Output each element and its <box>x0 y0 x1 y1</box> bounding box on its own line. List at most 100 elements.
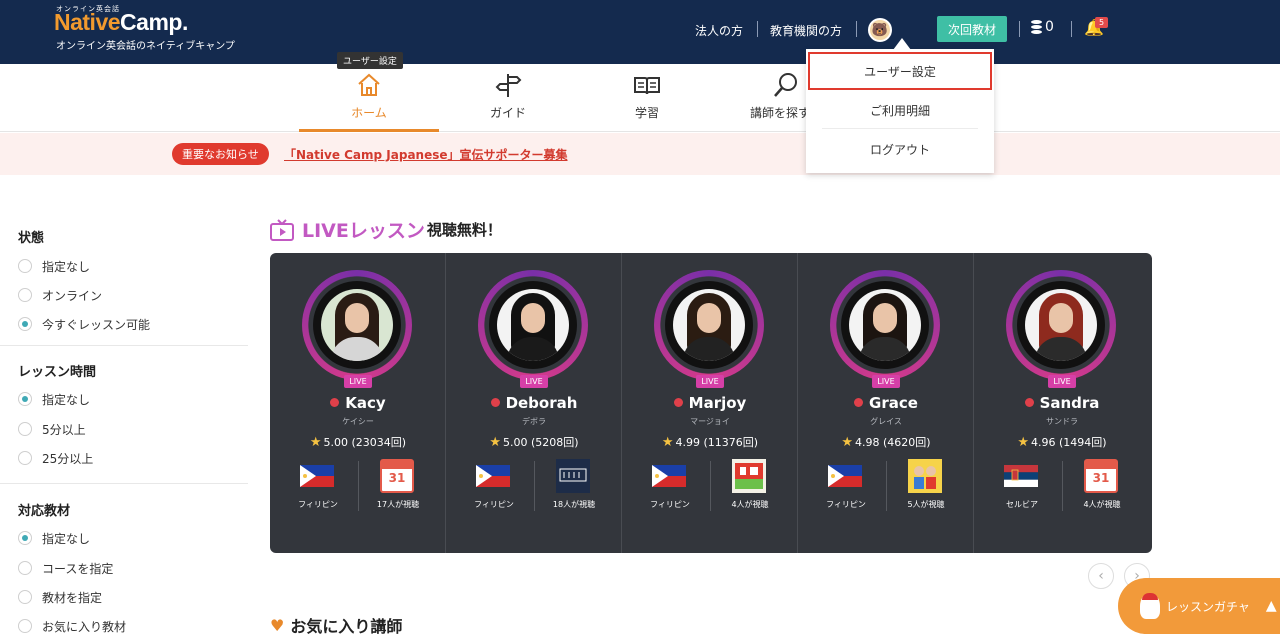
option-label: オンライン <box>42 288 103 303</box>
nav-home-label: ホーム <box>351 106 387 120</box>
menu-item-usage-details[interactable]: ご利用明細 <box>822 93 978 129</box>
radio-button[interactable] <box>18 392 32 406</box>
triangle-up-icon: ▲ <box>1265 598 1277 614</box>
calendar-day: 31 <box>1092 471 1110 485</box>
live-teacher-card[interactable]: LIVE Kacy ケイシー ★ 5.00 (23034回) フィリピン 31 1… <box>270 253 446 553</box>
notification-badge: 5 <box>1095 17 1108 28</box>
radio-button[interactable] <box>18 619 32 633</box>
status-option-online[interactable]: オンライン <box>18 286 102 304</box>
viewer-count: 4人が視聴 <box>1083 500 1121 509</box>
nav-study-label: 学習 <box>634 106 659 120</box>
user-avatar[interactable]: 🐻 <box>868 18 892 42</box>
teacher-name-text: Marjoy <box>688 394 747 412</box>
material-option-textbook[interactable]: 教材を指定 <box>18 588 102 606</box>
favorite-teachers-heading: ♥ お気に入り講師 <box>270 613 402 637</box>
live-heading-main: LIVEレッスン <box>302 220 425 242</box>
main-nav: ホーム ガイド 学習 講師を探す・ <box>0 64 1280 132</box>
teacher-name: Marjoy <box>622 394 798 412</box>
coin-count: 0 <box>1045 19 1054 35</box>
status-option-none[interactable]: 指定なし <box>18 257 90 275</box>
logo[interactable]: NativeCamp. <box>54 9 188 36</box>
material-option-favorite[interactable]: お気に入り教材 <box>18 617 126 635</box>
live-badge: LIVE <box>344 375 372 388</box>
logo-native: Native <box>54 9 121 35</box>
gacha-label: レッスンガチャ <box>1166 599 1250 614</box>
radio-button[interactable] <box>18 451 32 465</box>
teacher-rating: ★ 4.99 (11376回) <box>622 434 798 450</box>
teacher-rating: ★ 5.00 (5208回) <box>446 434 622 450</box>
rating-text: 5.00 (23034回) <box>323 436 407 449</box>
notice-link[interactable]: 「Native Camp Japanese」宣伝サポーター募集 <box>284 146 568 163</box>
tv-play-icon <box>270 218 294 241</box>
philippines-flag-icon <box>300 465 334 487</box>
live-badge: LIVE <box>872 375 900 388</box>
teacher-name-text: Kacy <box>345 394 386 412</box>
logo-camp: Camp. <box>120 9 188 35</box>
radio-button[interactable] <box>18 317 32 331</box>
carousel-prev-button[interactable]: ‹ <box>1088 563 1114 589</box>
teacher-name-kana: グレイス <box>870 417 902 426</box>
lesson-gacha-button[interactable]: レッスンガチャ ▲ <box>1118 578 1280 634</box>
live-dot-icon <box>854 398 864 407</box>
calendar-day: 31 <box>388 471 406 485</box>
heart-icon: ♥ <box>270 615 285 635</box>
star-icon: ★ <box>309 435 322 450</box>
bear-icon: 🐻 <box>871 22 889 38</box>
menu-item-logout[interactable]: ログアウト <box>822 131 978 167</box>
rating-text: 5.00 (5208回) <box>503 436 579 449</box>
radio-button[interactable] <box>18 561 32 575</box>
teacher-photo-ring <box>654 270 764 380</box>
philippines-flag-icon <box>652 465 686 487</box>
teacher-name-kana: サンドラ <box>1046 417 1078 426</box>
live-teacher-card[interactable]: LIVE Sandra サンドラ ★ 4.96 (1494回) セルビア 31 4… <box>974 253 1150 553</box>
option-label: 指定なし <box>42 531 91 546</box>
favorite-teachers-title: お気に入り講師 <box>290 617 403 636</box>
option-label: 指定なし <box>42 259 91 274</box>
kids-material-icon <box>908 459 942 493</box>
time-option-none[interactable]: 指定なし <box>18 390 90 408</box>
option-label: 5分以上 <box>42 422 86 437</box>
separator <box>757 21 758 37</box>
radio-button[interactable] <box>18 422 32 436</box>
status-filter-title: 状態 <box>18 231 45 246</box>
viewer-count: 17人が視聴 <box>376 500 420 509</box>
material-option-none[interactable]: 指定なし <box>18 529 90 547</box>
radio-button[interactable] <box>18 288 32 302</box>
coin-stack-icon <box>1031 20 1042 34</box>
star-icon: ★ <box>489 435 502 450</box>
user-settings-tooltip: ユーザー設定 <box>337 52 403 69</box>
corporate-link[interactable]: 法人の方 <box>695 22 743 39</box>
star-icon: ★ <box>841 435 854 450</box>
live-dot-icon <box>1024 398 1034 407</box>
teacher-photo <box>673 289 745 361</box>
menu-item-user-settings[interactable]: ユーザー設定 <box>808 52 992 90</box>
mascot-icon <box>1140 593 1160 619</box>
live-badge: LIVE <box>696 375 724 388</box>
teacher-name: Deborah <box>446 394 622 412</box>
radio-button[interactable] <box>18 531 32 545</box>
live-teacher-card[interactable]: LIVE Deborah デボラ ★ 5.00 (5208回) フィリピン 18人… <box>446 253 622 553</box>
live-lesson-carousel: LIVE Kacy ケイシー ★ 5.00 (23034回) フィリピン 31 1… <box>270 253 1152 553</box>
teacher-rating: ★ 5.00 (23034回) <box>270 434 446 450</box>
material-option-course[interactable]: コースを指定 <box>18 559 113 577</box>
nav-guide[interactable]: ガイド <box>438 64 578 132</box>
time-option-25min[interactable]: 25分以上 <box>18 449 93 467</box>
teacher-photo-ring <box>302 270 412 380</box>
live-heading-sub: 視聴無料！ <box>426 221 502 239</box>
option-label: 指定なし <box>42 392 91 407</box>
radio-button[interactable] <box>18 590 32 604</box>
nav-home[interactable]: ホーム <box>299 64 439 132</box>
status-option-available-now[interactable]: 今すぐレッスン可能 <box>18 315 150 333</box>
teacher-rating: ★ 4.98 (4620回) <box>798 434 974 450</box>
radio-button[interactable] <box>18 259 32 273</box>
time-option-5min[interactable]: 5分以上 <box>18 420 86 438</box>
education-link[interactable]: 教育機関の方 <box>770 22 842 39</box>
book-icon <box>634 77 660 95</box>
live-teacher-card[interactable]: LIVE Marjoy マージョイ ★ 4.99 (11376回) フィリピン 4… <box>622 253 798 553</box>
teacher-rating: ★ 4.96 (1494回) <box>974 434 1150 450</box>
live-teacher-card[interactable]: LIVE Grace グレイス ★ 4.98 (4620回) フィリピン 5人が視… <box>798 253 974 553</box>
next-material-button[interactable]: 次回教材 <box>937 16 1007 42</box>
nav-study[interactable]: 学習 <box>577 64 717 132</box>
lets-go-material-icon <box>732 459 766 493</box>
coin-balance[interactable]: 0 <box>1031 19 1054 35</box>
